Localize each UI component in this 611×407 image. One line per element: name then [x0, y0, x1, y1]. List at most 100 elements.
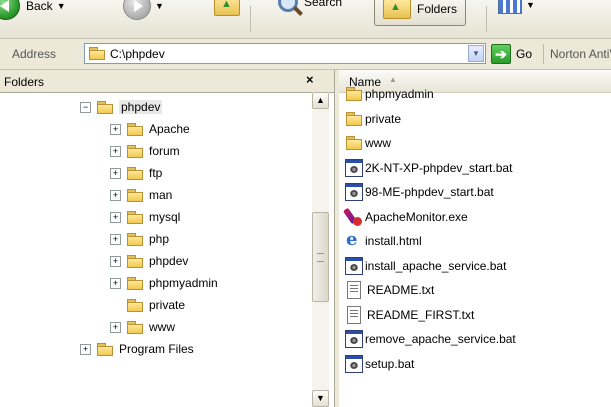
search-icon [278, 0, 298, 12]
tree-item-mysql[interactable]: + mysql [110, 206, 180, 228]
scroll-thumb[interactable] [312, 212, 329, 302]
forward-arrow-icon [123, 0, 151, 20]
folder-icon [345, 85, 363, 103]
folders-button[interactable]: Folders [374, 0, 467, 26]
file-list-item[interactable]: private [345, 107, 401, 131]
file-list-item[interactable]: www [345, 131, 391, 155]
folders-icon [383, 0, 411, 19]
tree-item-label: mysql [149, 210, 181, 224]
tree-item-forum[interactable]: + forum [110, 140, 180, 162]
up-button[interactable] [214, 0, 240, 16]
tree-item-private[interactable]: private [110, 294, 185, 316]
tree-item-man[interactable]: + man [110, 184, 172, 206]
folder-icon [127, 166, 144, 180]
expand-icon[interactable]: + [110, 321, 121, 333]
search-label: Search [304, 0, 343, 9]
file-list-item[interactable]: README.txt [345, 278, 434, 302]
tree-item-label: phpdev [119, 100, 163, 114]
file-list-item[interactable]: phpmyadmin [345, 82, 434, 106]
expand-icon[interactable]: + [110, 277, 121, 289]
file-list-item[interactable]: README_FIRST.txt [345, 303, 474, 327]
expand-icon[interactable]: + [80, 343, 91, 355]
scroll-grip [317, 253, 324, 262]
file-list-item[interactable]: 2K-NT-XP-phpdev_start.bat [345, 156, 512, 180]
folder-icon [345, 110, 363, 128]
open-folder-icon [97, 100, 114, 114]
standard-toolbar: Back ▼ ▼ Search Folders ▼ [0, 0, 611, 39]
folders-label: Folders [417, 2, 458, 16]
batch-file-icon [345, 183, 363, 201]
forward-dropdown-icon[interactable]: ▼ [155, 1, 164, 11]
text-file-icon [347, 281, 361, 299]
address-bar: Address C:\phpdev ▼ ➔ Go Norton AntiViru… [0, 39, 611, 70]
file-list-item[interactable]: ApacheMonitor.exe [345, 205, 468, 229]
scroll-up-button[interactable]: ▲ [312, 92, 329, 109]
views-dropdown-icon[interactable]: ▼ [526, 0, 535, 10]
close-folders-pane-icon[interactable]: × [306, 72, 314, 87]
file-name: private [365, 111, 402, 126]
file-name: phpmyadmin [365, 87, 434, 101]
go-button[interactable]: Go [516, 47, 532, 61]
expand-icon[interactable]: + [110, 123, 121, 135]
tree-item-apache[interactable]: + Apache [110, 118, 190, 140]
tree-item-program-files[interactable]: + Program Files [80, 338, 194, 360]
tree-item-www[interactable]: + www [110, 316, 175, 338]
norton-antivirus-toolbar[interactable]: Norton AntiVirus [550, 47, 611, 61]
batch-file-icon [345, 158, 363, 177]
file-name: setup.bat [365, 356, 415, 371]
tree-item-ftp[interactable]: + ftp [110, 162, 162, 184]
file-list-item[interactable]: setup.bat [345, 352, 414, 376]
tree-item-label: ftp [149, 166, 163, 180]
file-name: README.txt [367, 283, 435, 297]
forward-button[interactable]: ▼ [123, 0, 164, 20]
tree-item-label: Program Files [119, 342, 194, 356]
tree-item-phpmyadmin[interactable]: + phpmyadmin [110, 272, 218, 294]
folder-icon [89, 47, 106, 60]
expand-icon[interactable]: + [110, 233, 121, 245]
file-list-item[interactable]: 98-ME-phpdev_start.bat [345, 180, 494, 204]
folder-tree-scrollbar[interactable]: ▲ ▼ [312, 92, 329, 407]
expand-icon[interactable]: + [110, 255, 121, 267]
scroll-down-button[interactable]: ▼ [312, 390, 329, 407]
tree-item-label: php [149, 232, 170, 246]
folder-icon [97, 342, 114, 356]
folders-pane-title: Folders [4, 75, 45, 89]
address-separator [543, 44, 544, 64]
back-dropdown-icon[interactable]: ▼ [57, 1, 66, 11]
file-name: install.html [365, 234, 422, 248]
expand-icon[interactable]: + [110, 145, 121, 157]
views-button[interactable]: ▼ [498, 0, 535, 14]
folder-icon [127, 188, 144, 202]
text-file-icon [347, 305, 361, 324]
tree-item-label: man [149, 188, 173, 202]
file-name: remove_apache_service.bat [365, 332, 516, 346]
back-button[interactable]: Back ▼ [0, 0, 66, 20]
back-arrow-icon [0, 0, 20, 20]
file-list-item[interactable]: install.html [345, 229, 422, 253]
folder-icon [127, 254, 144, 268]
internet-explorer-icon [345, 229, 363, 250]
folder-icon [127, 298, 144, 312]
folder-icon [127, 210, 144, 224]
tree-item-label: www [149, 320, 175, 334]
expand-icon[interactable]: + [110, 189, 121, 201]
expand-icon[interactable]: + [110, 211, 121, 223]
expand-icon[interactable]: + [110, 167, 121, 179]
address-label: Address [12, 47, 57, 61]
file-name: README_FIRST.txt [367, 307, 475, 322]
file-list-item[interactable]: remove_apache_service.bat [345, 327, 516, 351]
go-arrow-icon[interactable]: ➔ [491, 44, 511, 64]
tree-item-label: phpdev [149, 254, 189, 268]
collapse-icon[interactable]: − [80, 101, 91, 113]
file-list-item[interactable]: install_apache_service.bat [345, 254, 506, 278]
up-folder-icon [214, 0, 240, 16]
search-button[interactable]: Search [278, 0, 342, 12]
address-dropdown-button[interactable]: ▼ [468, 45, 484, 62]
tree-item-phpdev[interactable]: − phpdev [80, 96, 163, 118]
address-input[interactable]: C:\phpdev ▼ [84, 43, 486, 64]
file-name: install_apache_service.bat [365, 258, 507, 273]
tree-item-label: private [149, 298, 186, 312]
tree-item-php[interactable]: + php [110, 228, 169, 250]
address-path: C:\phpdev [110, 46, 165, 61]
tree-item-phpdev[interactable]: + phpdev [110, 250, 188, 272]
